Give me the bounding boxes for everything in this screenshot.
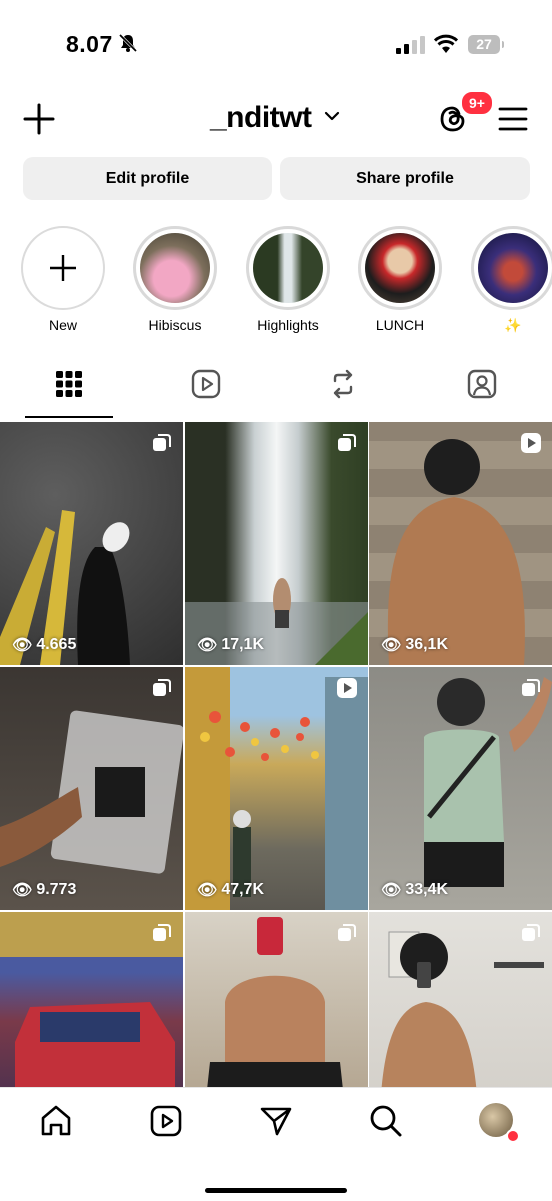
post-tile[interactable]: 👁 17,1K bbox=[185, 422, 368, 665]
add-highlight-plus-icon bbox=[50, 255, 76, 281]
silent-bell-icon bbox=[118, 33, 138, 53]
reels-icon bbox=[191, 369, 221, 399]
highlight-cover bbox=[478, 233, 548, 303]
tagged-person-icon bbox=[467, 369, 497, 399]
post-tile[interactable]: 👁 33,4K bbox=[369, 667, 552, 910]
eye-icon: 👁 bbox=[381, 637, 402, 654]
view-count: 👁 9.773 bbox=[12, 881, 77, 899]
reel-icon bbox=[521, 433, 541, 453]
username-title[interactable]: _nditwt bbox=[210, 101, 312, 135]
status-time: 8.07 bbox=[66, 31, 113, 57]
post-tile[interactable]: 👁 47,7K bbox=[185, 667, 368, 910]
carousel-icon bbox=[338, 924, 356, 941]
carousel-icon bbox=[338, 434, 356, 451]
share-profile-button[interactable]: Share profile bbox=[280, 157, 530, 200]
status-bar: 8.07 27 bbox=[0, 0, 552, 90]
highlight-cover bbox=[365, 233, 435, 303]
highlight-label: Hibiscus bbox=[148, 317, 202, 333]
home-indicator bbox=[205, 1188, 347, 1193]
edit-profile-button[interactable]: Edit profile bbox=[23, 157, 272, 200]
eye-icon: 👁 bbox=[381, 882, 402, 899]
profile-header: _nditwt 9+ bbox=[0, 90, 552, 148]
post-image bbox=[387, 439, 525, 665]
hamburger-menu-icon[interactable] bbox=[498, 106, 528, 132]
home-icon[interactable] bbox=[38, 1103, 74, 1139]
tab-tagged[interactable] bbox=[438, 368, 526, 414]
create-plus-icon[interactable] bbox=[22, 102, 56, 136]
active-tab-indicator bbox=[25, 416, 113, 418]
eye-icon: 👁 bbox=[197, 882, 218, 899]
eye-icon: 👁 bbox=[197, 637, 218, 654]
post-tile[interactable]: 👁 4.665 bbox=[0, 422, 183, 665]
post-tile[interactable] bbox=[369, 912, 552, 1087]
highlight-label: LUNCH bbox=[375, 317, 425, 333]
search-icon[interactable] bbox=[368, 1103, 404, 1139]
carousel-icon bbox=[522, 924, 540, 941]
post-image bbox=[0, 710, 183, 874]
post-image bbox=[185, 667, 368, 910]
view-count: 👁 36,1K bbox=[381, 636, 449, 654]
carousel-icon bbox=[153, 434, 171, 451]
highlight-sparkles[interactable]: ✨ bbox=[468, 226, 552, 334]
post-image bbox=[424, 677, 552, 887]
tab-reels[interactable] bbox=[162, 368, 250, 414]
send-icon[interactable] bbox=[258, 1103, 294, 1139]
posts-grid: 👁 4.665 👁 17,1K 👁 36,1K 👁 9.773 👁 47,7K … bbox=[0, 422, 552, 1087]
notification-badge: 9+ bbox=[460, 90, 494, 116]
highlight-label: ✨ bbox=[504, 317, 522, 333]
tab-posts[interactable] bbox=[25, 368, 113, 414]
tab-reposts[interactable] bbox=[299, 368, 387, 414]
highlight-cover bbox=[253, 233, 323, 303]
highlight-hibiscus[interactable]: Hibiscus bbox=[130, 226, 220, 333]
highlight-lunch[interactable]: LUNCH bbox=[355, 226, 445, 333]
post-image bbox=[0, 510, 130, 665]
battery-indicator: 27 bbox=[468, 35, 504, 54]
notification-dot bbox=[506, 1129, 520, 1143]
reel-icon bbox=[337, 678, 357, 698]
view-count: 👁 17,1K bbox=[197, 636, 265, 654]
post-tile[interactable] bbox=[185, 912, 368, 1087]
wifi-icon bbox=[434, 34, 458, 53]
repost-icon bbox=[333, 369, 353, 399]
view-count: 👁 47,7K bbox=[197, 881, 265, 899]
post-image bbox=[185, 578, 368, 665]
carousel-icon bbox=[522, 679, 540, 696]
post-tile[interactable] bbox=[0, 912, 183, 1087]
eye-icon: 👁 bbox=[12, 882, 33, 899]
view-count: 👁 33,4K bbox=[381, 881, 449, 899]
carousel-icon bbox=[153, 924, 171, 941]
view-count: 👁 4.665 bbox=[12, 636, 77, 654]
highlight-label: New bbox=[48, 317, 77, 333]
bottom-navigation bbox=[0, 1087, 552, 1201]
chevron-down-icon[interactable] bbox=[324, 110, 340, 122]
carousel-icon bbox=[153, 679, 171, 696]
post-tile[interactable]: 👁 36,1K bbox=[369, 422, 552, 665]
highlight-cover bbox=[140, 233, 210, 303]
highlight-highlights[interactable]: Highlights bbox=[243, 226, 333, 333]
grid-icon bbox=[56, 371, 82, 397]
highlight-new[interactable]: New bbox=[18, 226, 108, 333]
cellular-signal-icon bbox=[396, 36, 425, 54]
eye-icon: 👁 bbox=[12, 637, 33, 654]
reels-icon[interactable] bbox=[148, 1103, 184, 1139]
post-tile[interactable]: 👁 9.773 bbox=[0, 667, 183, 910]
highlight-label: Highlights bbox=[257, 317, 319, 333]
